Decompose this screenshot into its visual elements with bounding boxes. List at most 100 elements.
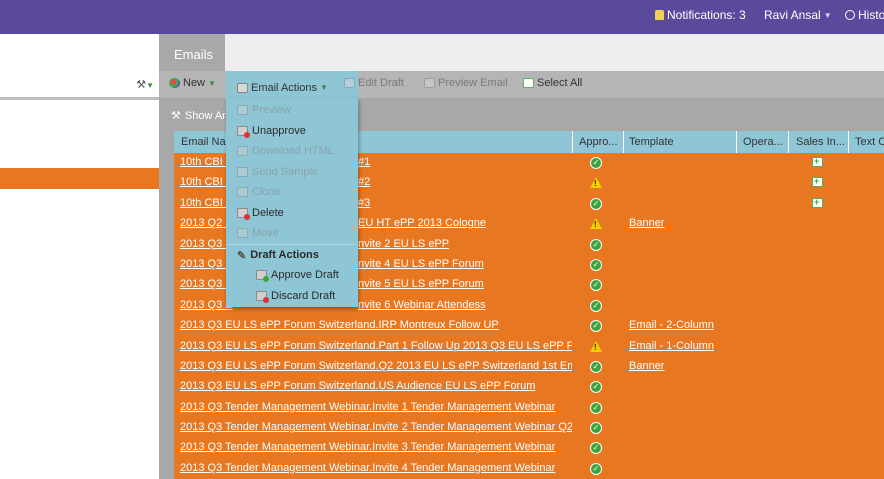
column-header-sales-insight[interactable]: Sales In... [796,136,846,148]
approved-check-icon: ✓ [590,258,602,271]
column-header-operational[interactable]: Opera... [743,136,787,148]
menu-item-delete[interactable]: Delete [226,203,358,223]
email-icon [237,82,248,93]
tree-tools-button[interactable]: ⚒▼ [136,78,154,91]
send-icon [237,167,248,177]
email-name-link[interactable]: 2013 Q3 EU LS ePP Forum Switzerland.Q2 2… [180,360,572,372]
email-name-tail[interactable]: EU HT ePP 2013 Cologne [358,217,568,229]
clone-icon [237,187,248,197]
warning-icon: ! [590,177,602,189]
menu-item-label: Discard Draft [271,290,336,302]
email-name-tail[interactable]: #1 [358,156,568,168]
tab-strip: Emails [159,34,884,71]
email-name-link[interactable]: 2013 Q3 Tender Management Webinar.Invite… [180,401,572,413]
template-link[interactable]: Banner [629,217,664,229]
wrench-icon: ⚒ [136,79,147,91]
wrench-icon: ⚒ [171,110,181,122]
new-button[interactable]: New ▼ [169,77,216,89]
column-header-template[interactable]: Template [629,136,729,148]
approved-check-icon: ✓ [590,401,602,414]
email-actions-label: Email Actions [251,81,318,94]
table-row[interactable]: 2013 Q3 Tender Management Webinar.Invite… [174,459,884,479]
select-all-button[interactable]: Select All [523,77,582,89]
menu-item-approve-draft[interactable]: Approve Draft [226,265,358,285]
template-link[interactable]: Email - 2-Column [629,319,714,331]
menu-item-label: Delete [252,207,284,219]
menu-item-label: Preview [252,104,292,116]
sales-insight-icon: + [812,197,823,208]
preview-icon [237,105,248,115]
download-icon [237,146,248,156]
menu-item-unapprove[interactable]: Unapprove [226,121,358,141]
email-actions-button[interactable]: Email Actions ▼ [226,71,358,98]
email-name-link[interactable]: 2013 Q3 EU LS ePP Forum Switzerland.Part… [180,340,572,352]
template-link[interactable]: Email - 1-Column [629,340,714,352]
table-row[interactable]: 2013 Q3 Tender Management Webinar.Invite… [174,418,884,438]
email-name-tail[interactable]: nvite 4 EU LS ePP Forum [358,258,568,270]
column-divider [623,131,624,153]
warning-icon: ! [590,340,602,353]
preview-email-button[interactable]: Preview Email [424,77,508,89]
menu-section-label: Draft Actions [250,249,319,261]
table-row[interactable]: 2013 Q3 EU LS ePP Forum Switzerland.US A… [174,377,884,397]
email-name-link[interactable]: 2013 Q3 EU LS ePP Forum Switzerland.US A… [180,380,572,392]
clock-icon [845,10,855,20]
table-row[interactable]: 2013 Q3 EU LS ePP Forum Switzerland.Q2 2… [174,357,884,377]
email-name-link[interactable]: 2013 Q3 EU LS ePP Forum Switzerland.IRP … [180,319,572,331]
table-row[interactable]: 2013 Q3 Tender Management Webinar.Invite… [174,398,884,418]
notifications-link[interactable]: Notifications: 3 [655,8,746,22]
email-name-tail[interactable]: nvite 2 EU LS ePP [358,238,568,250]
column-divider [848,131,849,153]
delete-icon [237,208,250,220]
menu-item-send-sample[interactable]: Send Sample [226,162,358,182]
approved-check-icon: ✓ [590,381,602,394]
left-panel: ⚒▼ [0,34,159,479]
sales-insight-icon: + [812,176,823,188]
top-bar: Notifications: 3 Ravi Ansal ▼ Histo [0,0,884,34]
approved-check-icon: ✓ [590,442,602,455]
email-name-link[interactable]: 2013 Q3 Tender Management Webinar.Invite… [180,441,572,453]
toolbar: New ▼ Email Actions ▼ Edit Draft Preview… [159,71,884,98]
approved-check-icon: ✓ [590,299,602,312]
chevron-down-icon: ▼ [320,83,328,92]
email-name-link[interactable]: 2013 Q3 Tender Management Webinar.Invite… [180,462,572,474]
column-header-approved[interactable]: Appro... [579,136,623,148]
email-name-tail[interactable]: #2 [358,176,568,188]
email-name-tail[interactable]: nvite 6 Webinar Attendess [358,299,568,311]
chevron-down-icon: ▼ [823,10,832,20]
email-name-link[interactable]: 2013 Q3 Tender Management Webinar.Invite… [180,421,572,433]
template-link[interactable]: Banner [629,360,664,372]
preview-email-label: Preview Email [438,77,508,89]
approved-check-icon: ✓ [590,422,602,435]
history-label: Histo [858,8,884,22]
history-link[interactable]: Histo [845,8,884,22]
email-name-tail[interactable]: #3 [358,197,568,209]
approve-icon [256,270,269,282]
tab-emails[interactable]: Emails [159,34,225,71]
table-row[interactable]: 2013 Q3 EU LS ePP Forum Switzerland.Part… [174,337,884,357]
menu-item-clone[interactable]: Clone [226,182,358,202]
edit-draft-icon [344,78,355,88]
menu-item-preview[interactable]: Preview [226,100,358,120]
menu-item-move[interactable]: Move [226,223,358,243]
menu-item-download-html[interactable]: Download HTML [226,141,358,161]
email-name-tail[interactable]: nvite 5 EU LS ePP Forum [358,278,568,290]
show-archived-label: Show Arc [184,109,232,122]
notifications-label: Notifications: 3 [667,8,746,22]
column-header-text[interactable]: Text C [855,136,884,148]
discard-icon [256,291,269,303]
table-row[interactable]: 2013 Q3 Tender Management Webinar.Invite… [174,438,884,458]
user-name: Ravi Ansal [764,8,821,22]
menu-item-label: Download HTML [252,145,334,157]
menu-item-discard-draft[interactable]: Discard Draft [226,286,358,306]
approved-check-icon: ✓ [590,462,602,475]
show-archived-toggle[interactable]: ⚒ Show Arc [171,109,232,123]
move-icon [237,228,248,238]
user-menu[interactable]: Ravi Ansal ▼ [764,8,832,22]
tree-item-selected[interactable] [0,168,159,189]
column-divider [788,131,789,153]
table-row[interactable]: 2013 Q3 EU LS ePP Forum Switzerland.IRP … [174,316,884,336]
approved-check-icon: ✓ [590,157,602,169]
edit-draft-button[interactable]: Edit Draft [344,77,404,89]
menu-section-draft-actions: ✎ Draft Actions [226,245,358,265]
